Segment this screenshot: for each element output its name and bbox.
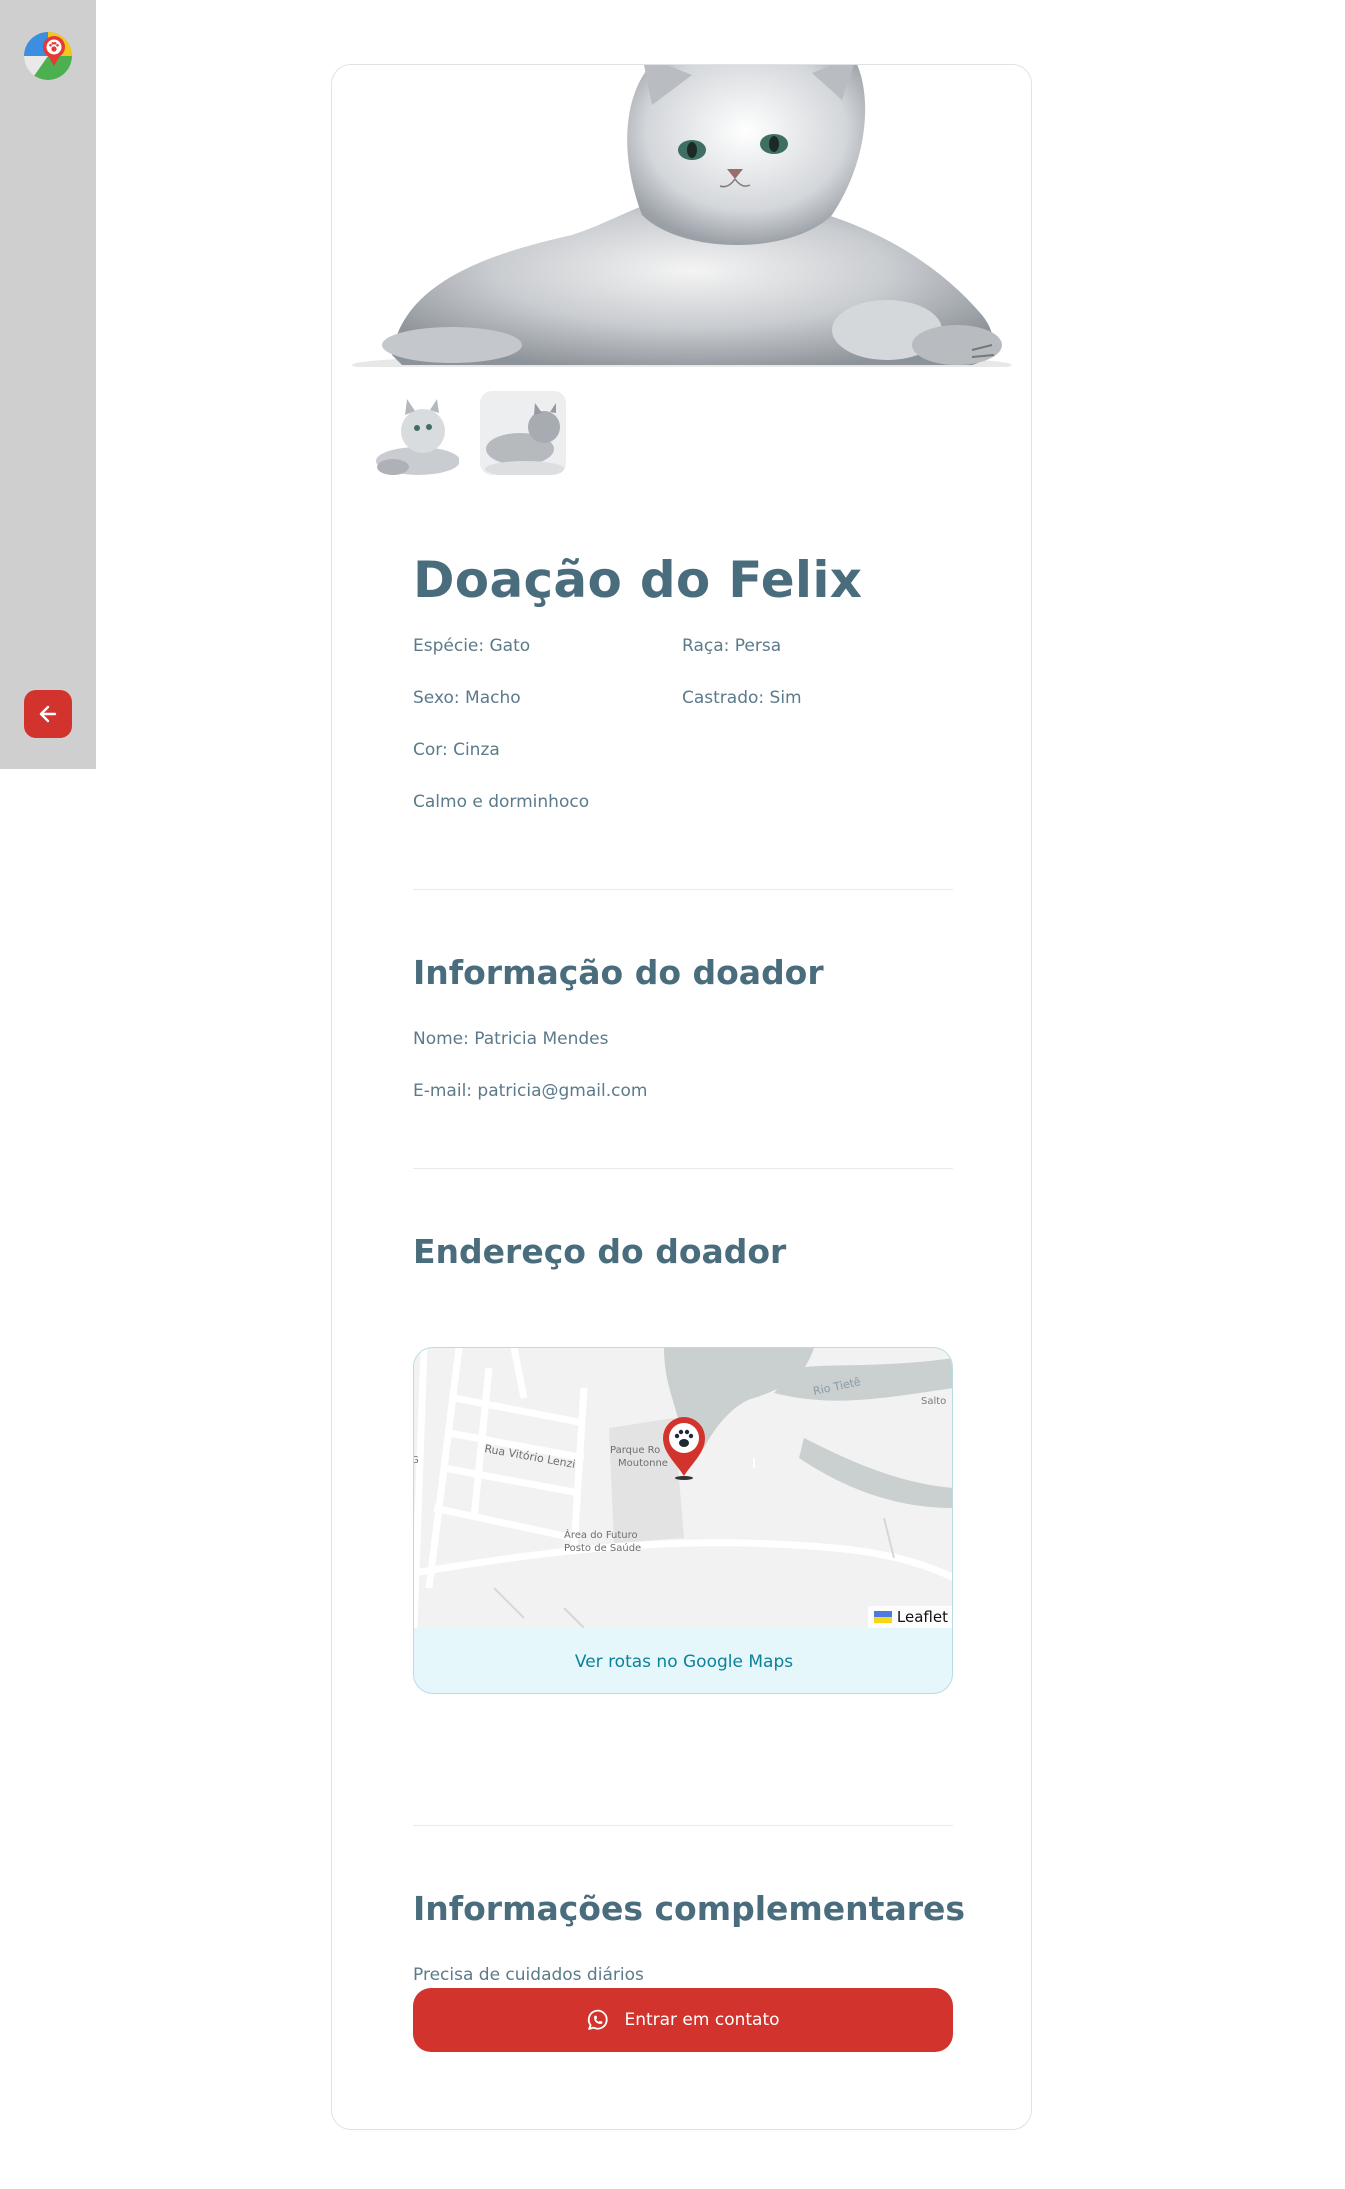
complementary-info-text: Precisa de cuidados diários <box>413 1965 644 1985</box>
contact-button[interactable]: Entrar em contato <box>413 1988 953 2052</box>
divider <box>413 889 953 890</box>
neutered-info: Castrado: Sim <box>682 688 802 708</box>
contact-button-label: Entrar em contato <box>624 2010 780 2030</box>
map-label-area-2: Posto de Saúde <box>564 1542 641 1554</box>
leaflet-link[interactable]: Leaflet <box>897 1608 948 1626</box>
back-button[interactable] <box>24 690 72 738</box>
map-label-edge: G <box>414 1455 419 1466</box>
complementary-info-heading: Informações complementares <box>413 1889 966 1928</box>
pet-description: Calmo e dorminhoco <box>413 792 590 812</box>
color-info: Cor: Cinza <box>413 740 500 760</box>
sidebar <box>0 0 96 769</box>
paw-map-pin-logo[interactable] <box>24 32 72 80</box>
address-map-panel: Rio Tietê Salto Rua Vitório Lenzi Parque… <box>413 1347 953 1694</box>
ukraine-flag-icon <box>873 1611 892 1623</box>
map-label-parque-2: Moutonne <box>618 1458 668 1469</box>
divider <box>413 1168 953 1169</box>
sex-info: Sexo: Macho <box>413 688 521 708</box>
arrow-left-icon <box>39 705 57 723</box>
map-label-area-1: Área do Futuro <box>564 1528 638 1541</box>
donor-address-heading: Endereço do doador <box>413 1232 787 1271</box>
pet-detail-card: Doação do Felix Espécie: Gato Raça: Pers… <box>331 64 1032 2130</box>
divider <box>413 1825 953 1826</box>
google-maps-directions-link[interactable]: Ver rotas no Google Maps <box>414 1628 952 1693</box>
address-map[interactable]: Rio Tietê Salto Rua Vitório Lenzi Parque… <box>414 1348 952 1628</box>
whatsapp-icon <box>588 2009 609 2030</box>
map-label-salto: Salto <box>921 1396 946 1407</box>
page-title: Doação do Felix <box>413 551 863 609</box>
donor-info-heading: Informação do doador <box>413 953 824 992</box>
pet-thumbnail-2[interactable] <box>478 389 568 477</box>
pet-thumbnail-1[interactable] <box>371 389 461 477</box>
donor-name: Nome: Patricia Mendes <box>413 1029 609 1049</box>
species-info: Espécie: Gato <box>413 636 531 656</box>
map-attribution[interactable]: Leaflet <box>867 1606 952 1628</box>
pet-main-photo <box>332 65 1031 367</box>
donor-email: E-mail: patricia@gmail.com <box>413 1081 648 1101</box>
breed-info: Raça: Persa <box>682 636 782 656</box>
map-label-parque-1: Parque Ro <box>610 1445 660 1456</box>
